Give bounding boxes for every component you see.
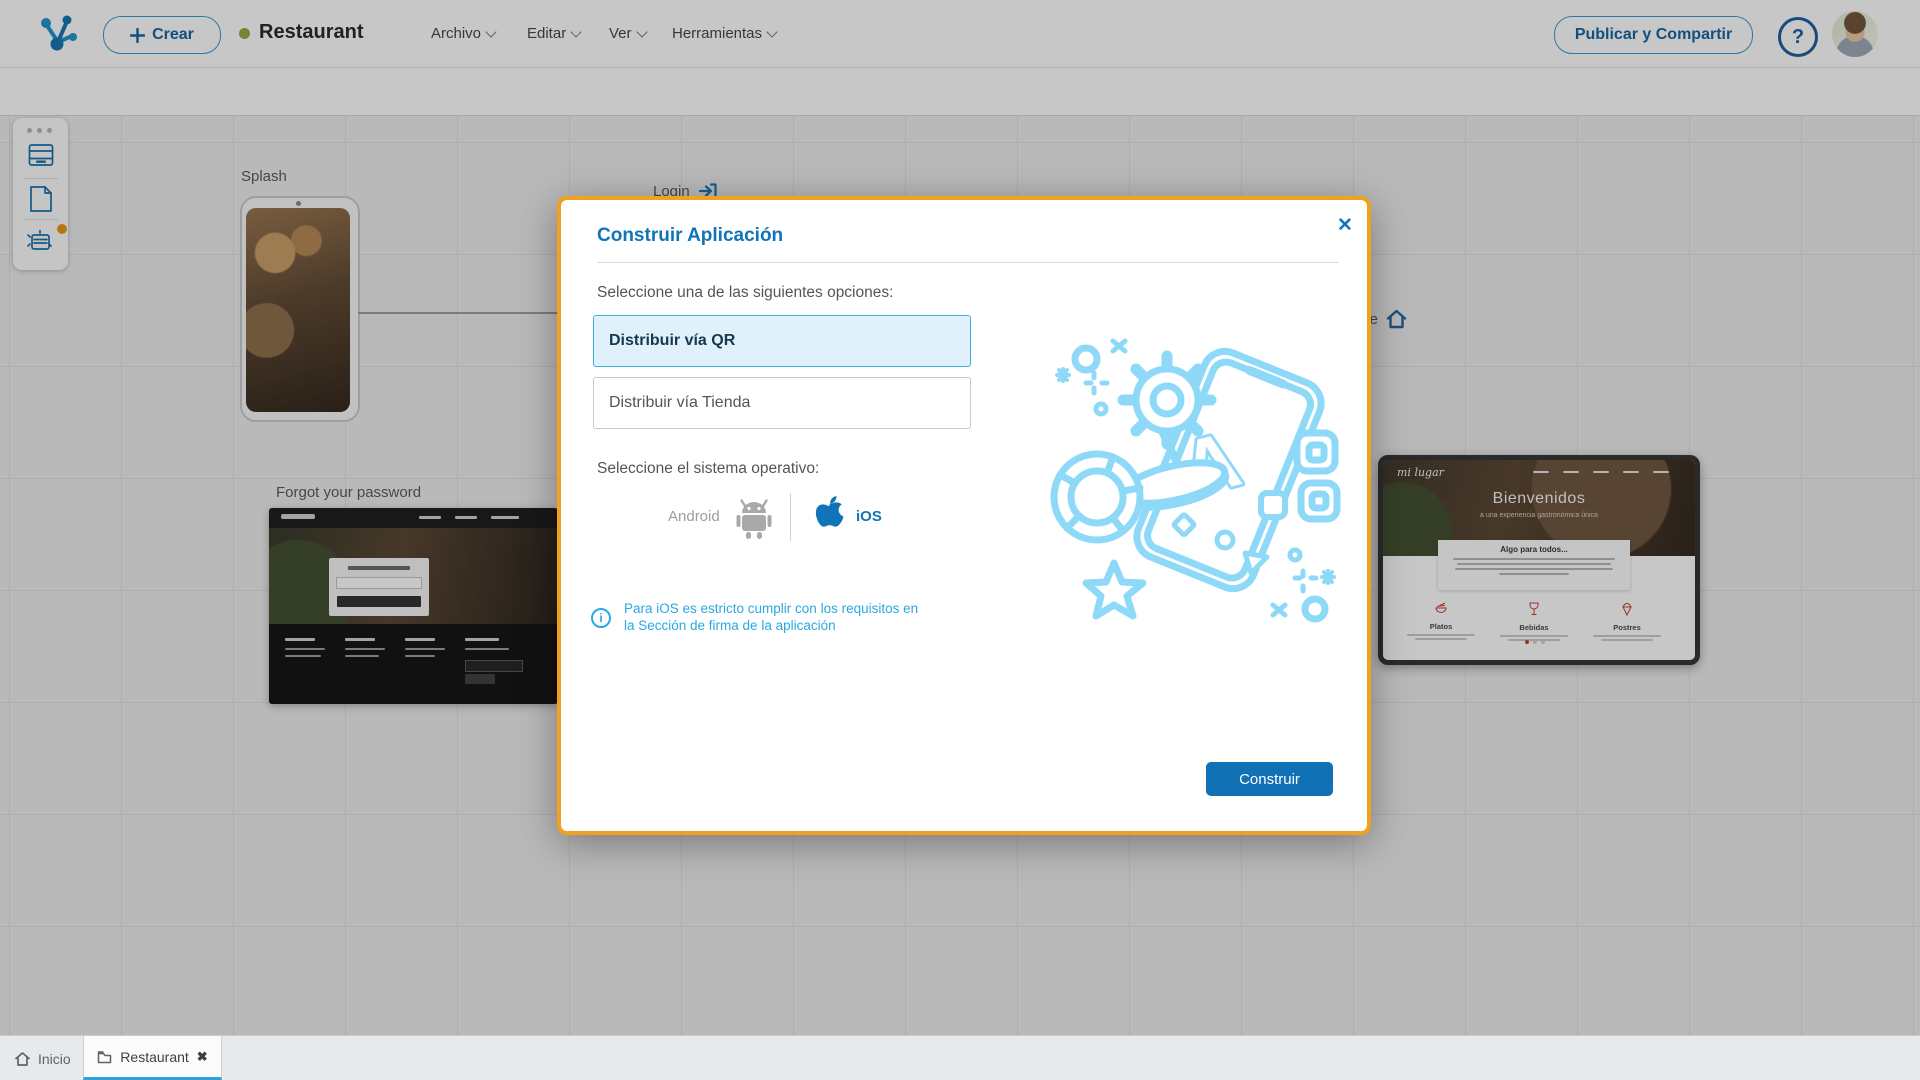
apple-icon [815,496,844,527]
home-icon [15,1051,30,1066]
android-option-button[interactable] [733,494,775,545]
tab-restaurant-label: Restaurant [120,1048,189,1065]
modal-close-button[interactable]: ✕ [1337,214,1353,237]
modal-divider [597,262,1339,263]
ios-option-button[interactable] [809,492,849,543]
tab-inicio-label: Inicio [38,1050,71,1067]
info-icon: i [591,608,611,628]
ios-option-label[interactable]: iOS [856,508,882,525]
tab-inicio[interactable]: Inicio [14,1036,71,1080]
select-os-label: Seleccione el sistema operativo: [597,460,820,477]
tab-close-button[interactable]: ✖ [197,1049,208,1065]
option-distribute-qr[interactable]: Distribuir vía QR [593,315,971,367]
build-app-modal: Construir Aplicación ✕ Seleccione una de… [557,196,1371,835]
modal-title: Construir Aplicación [597,225,784,246]
os-separator [790,493,791,541]
android-robot-icon [736,499,772,539]
app-window: Crear Restaurant Archivo Editar Ver Herr… [0,0,1920,1080]
tab-restaurant-active[interactable]: Restaurant ✖ [83,1036,222,1080]
ios-requirements-note: Para iOS es estricto cumplir con los req… [624,601,919,633]
pages-tab-bar: Inicio Restaurant ✖ [0,1035,1920,1080]
page-tab-icon [98,1050,112,1063]
option-distribute-store[interactable]: Distribuir vía Tienda [593,377,971,429]
android-option-label[interactable]: Android [668,508,720,525]
build-app-illustration: A [1050,338,1341,623]
build-button[interactable]: Construir [1206,762,1333,796]
select-option-label: Seleccione una de las siguientes opcione… [597,284,894,301]
